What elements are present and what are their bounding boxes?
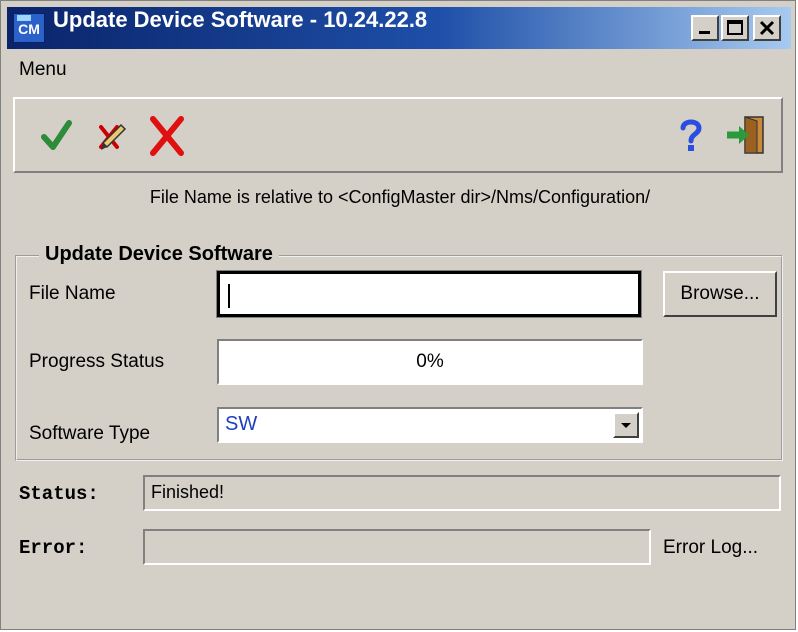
apply-button[interactable] [35,113,79,157]
software-type-select[interactable]: SW [217,407,643,443]
error-log-button[interactable]: Error Log... [663,537,758,559]
maximize-icon [727,20,743,35]
cancel-button[interactable] [145,113,189,157]
close-button[interactable] [753,15,781,41]
help-button[interactable] [669,113,713,157]
close-icon [759,20,775,36]
title-bar[interactable]: CM Update Device Software - 10.24.22.8 [7,7,791,49]
toolbar [13,97,783,173]
maximize-button[interactable] [721,15,749,41]
software-type-value: SW [225,413,258,435]
minimize-button[interactable] [691,15,719,41]
pencil-cross-icon [99,123,127,150]
progress-status-bar: 0% [217,339,643,385]
error-field [143,529,651,565]
file-name-label: File Name [29,283,116,304]
status-label: Status: [19,483,99,505]
update-device-software-window: CM Update Device Software - 10.24.22.8 M… [0,0,796,630]
browse-button[interactable]: Browse... [663,271,777,317]
text-caret [228,284,230,308]
file-name-input[interactable] [216,270,642,318]
window-title: Update Device Software - 10.24.22.8 [53,7,428,32]
minimize-icon [699,31,710,34]
app-icon-text: CM [18,21,40,37]
chevron-down-icon [621,423,631,428]
edit-button[interactable] [89,113,133,157]
file-path-hint: File Name is relative to <ConfigMaster d… [149,187,651,207]
menu-item-menu[interactable]: Menu [19,59,67,80]
software-type-label: Software Type [29,423,151,444]
progress-status-label: Progress Status [29,351,165,372]
red-x-icon [150,116,184,156]
checkmark-icon [41,120,72,150]
exit-button[interactable] [723,113,767,157]
status-field: Finished! [143,475,781,511]
group-legend: Update Device Software [39,243,279,266]
question-mark-icon [680,119,702,151]
exit-door-icon [727,116,764,154]
menu-bar: Menu [19,59,67,81]
dropdown-button[interactable] [613,412,639,438]
error-label: Error: [19,537,88,559]
configmaster-app-icon: CM [13,13,45,43]
